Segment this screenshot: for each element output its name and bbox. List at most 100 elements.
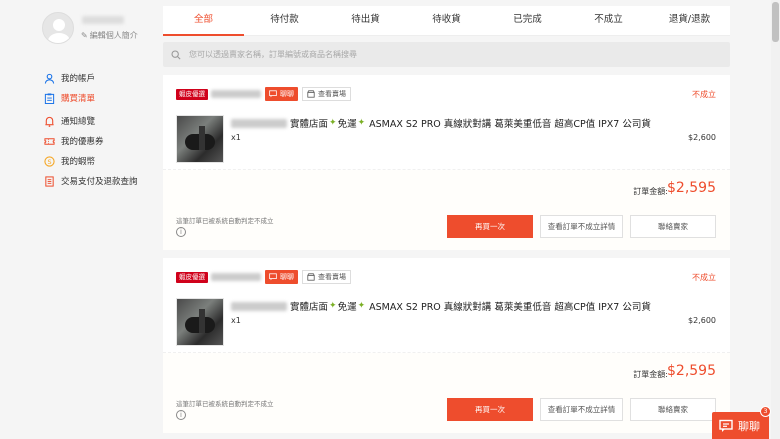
chat-bubble-icon [719, 419, 733, 432]
username-blurred [82, 16, 124, 24]
chat-icon [269, 90, 277, 98]
preferred-badge: 蝦皮優選 [176, 89, 208, 100]
sidebar-item-vouchers[interactable]: 我的優惠券 [44, 131, 138, 151]
sparkle-icon: ✦ [357, 301, 366, 311]
cancel-note: 這筆訂單已被系統自動判定不成立 [176, 217, 274, 225]
avatar[interactable] [42, 12, 74, 44]
sparkle-icon: ✦ [329, 301, 337, 311]
sidebar-item-notifications[interactable]: 通知總覽 [44, 111, 138, 131]
tab-to-receive[interactable]: 待收貨 [406, 6, 487, 35]
sidebar-item-label: 通知總覽 [61, 117, 96, 127]
sparkle-icon: ✦ [357, 118, 366, 128]
blurred-text [231, 118, 287, 128]
product-thumbnail[interactable] [176, 298, 224, 346]
title-part: ASMAX S2 PRO 真線狀對講 葛萊美重低音 超高CP值 IPX7 公司貨 [369, 302, 651, 313]
sidebar-item-label: 我的帳戶 [61, 74, 96, 84]
product-title[interactable]: 實體店面 ✦ 免運 ✦ ASMAX S2 PRO 真線狀對講 葛萊美重低音 超高… [231, 299, 651, 313]
order-status-tabs: 全部 待付款 待出貨 待收貨 已完成 不成立 退貨/退款 [163, 6, 730, 36]
chat-icon [269, 273, 277, 281]
chat-button[interactable]: 聊聊 [265, 270, 298, 284]
view-cancel-details-button[interactable]: 查看訂單不成立詳情 [540, 398, 623, 421]
order-header: 蝦皮優選 聊聊 查看賣場 不成立 實體店面 ✦ 免運 ✦ ASMAX S2 PR… [163, 75, 730, 170]
tab-to-pay[interactable]: 待付款 [244, 6, 325, 35]
total-label: 訂單金額: [633, 187, 668, 196]
chat-button[interactable]: 聊聊 [265, 87, 298, 101]
tab-completed[interactable]: 已完成 [487, 6, 568, 35]
bell-icon [44, 116, 55, 127]
contact-seller-button[interactable]: 聯絡賣家 [630, 398, 716, 421]
floating-chat-label: 聊聊 [738, 419, 760, 433]
sidebar-item-purchases[interactable]: 購買清單 [44, 88, 138, 108]
order-header: 蝦皮優選 聊聊 查看賣場 不成立 實體店面 ✦ 免運 ✦ ASMAX S2 PR… [163, 258, 730, 353]
contact-seller-button[interactable]: 聯絡賣家 [630, 215, 716, 238]
order-status: 不成立 [692, 90, 716, 99]
cancel-note: 這筆訂單已被系統自動判定不成立 [176, 400, 274, 408]
order-search-bar [163, 42, 730, 67]
title-part: 實體店面 [290, 302, 329, 313]
view-shop-label: 查看賣場 [318, 90, 346, 98]
search-icon [171, 49, 181, 60]
ticket-icon [44, 136, 55, 147]
shop-icon [307, 90, 315, 98]
shop-name-blurred[interactable] [211, 273, 261, 281]
sidebar-item-coins[interactable]: S 我的蝦幣 [44, 151, 138, 171]
buy-again-button[interactable]: 再買一次 [447, 215, 533, 238]
tab-return-refund[interactable]: 退貨/退款 [649, 6, 730, 35]
coin-icon: S [44, 155, 55, 167]
clipboard-icon [44, 92, 55, 104]
shop-name-blurred[interactable] [211, 90, 261, 98]
sparkle-icon: ✦ [329, 118, 337, 128]
sidebar-item-label: 我的蝦幣 [61, 157, 96, 167]
search-input[interactable] [189, 50, 689, 59]
tab-all[interactable]: 全部 [163, 6, 244, 36]
product-thumbnail[interactable] [176, 115, 224, 163]
document-icon [44, 175, 55, 187]
order-status: 不成立 [692, 273, 716, 282]
blurred-text [231, 301, 287, 311]
preferred-badge: 蝦皮優選 [176, 272, 208, 283]
view-shop-button[interactable]: 查看賣場 [302, 270, 351, 284]
scrollbar-thumb[interactable] [772, 2, 779, 42]
title-part: 實體店面 [290, 119, 329, 130]
chat-label: 聊聊 [280, 273, 294, 281]
scrollbar[interactable] [771, 0, 780, 439]
sidebar-item-account[interactable]: 我的帳戶 [44, 68, 138, 88]
title-part: 免運 [337, 119, 357, 130]
product-title[interactable]: 實體店面 ✦ 免運 ✦ ASMAX S2 PRO 真線狀對講 葛萊美重低音 超高… [231, 116, 651, 130]
sidebar-item-label: 我的優惠券 [61, 137, 104, 147]
edit-profile-label: 編輯個人簡介 [89, 31, 138, 40]
shop-icon [307, 273, 315, 281]
chat-label: 聊聊 [280, 90, 294, 98]
total-label: 訂單金額: [633, 370, 668, 379]
order-total: $2,595 [667, 363, 716, 379]
info-icon[interactable]: i [176, 410, 186, 420]
info-icon[interactable]: i [176, 227, 186, 237]
view-cancel-details-button[interactable]: 查看訂單不成立詳情 [540, 215, 623, 238]
tab-to-ship[interactable]: 待出貨 [325, 6, 406, 35]
view-shop-button[interactable]: 查看賣場 [302, 87, 351, 101]
user-icon [44, 73, 55, 84]
sidebar-item-label: 交易支付及退款查詢 [61, 177, 138, 187]
unread-count-badge: 3 [760, 406, 771, 417]
sidebar-item-label: 購買清單 [61, 94, 96, 104]
order-total: $2,595 [667, 180, 716, 196]
buy-again-button[interactable]: 再買一次 [447, 398, 533, 421]
tab-cancelled[interactable]: 不成立 [568, 6, 649, 35]
title-part: ASMAX S2 PRO 真線狀對講 葛萊美重低音 超高CP值 IPX7 公司貨 [369, 119, 651, 130]
item-price: $2,600 [688, 316, 716, 325]
order-footer: 訂單金額: $2,595 這筆訂單已被系統自動判定不成立 i 再買一次 查看訂單… [163, 170, 730, 250]
sidebar-item-transactions[interactable]: 交易支付及退款查詢 [44, 171, 138, 191]
pencil-icon: ✎ [81, 31, 88, 40]
view-shop-label: 查看賣場 [318, 273, 346, 281]
edit-profile-link[interactable]: ✎ 編輯個人簡介 [81, 30, 138, 41]
side-menu: 我的帳戶 購買清單 通知總覽 我的優惠券 S 我的蝦幣 交易支付及退款查詢 [44, 68, 138, 191]
svg-text:S: S [47, 157, 51, 165]
order-card: 蝦皮優選 聊聊 查看賣場 不成立 實體店面 ✦ 免運 ✦ ASMAX S2 PR… [163, 258, 730, 433]
quantity: x1 [231, 133, 241, 142]
order-footer: 訂單金額: $2,595 這筆訂單已被系統自動判定不成立 i 再買一次 查看訂單… [163, 353, 730, 433]
quantity: x1 [231, 316, 241, 325]
floating-chat-button[interactable]: 聊聊 3 [712, 406, 771, 439]
order-card: 蝦皮優選 聊聊 查看賣場 不成立 實體店面 ✦ 免運 ✦ ASMAX S2 PR… [163, 75, 730, 250]
title-part: 免運 [337, 302, 357, 313]
item-price: $2,600 [688, 133, 716, 142]
